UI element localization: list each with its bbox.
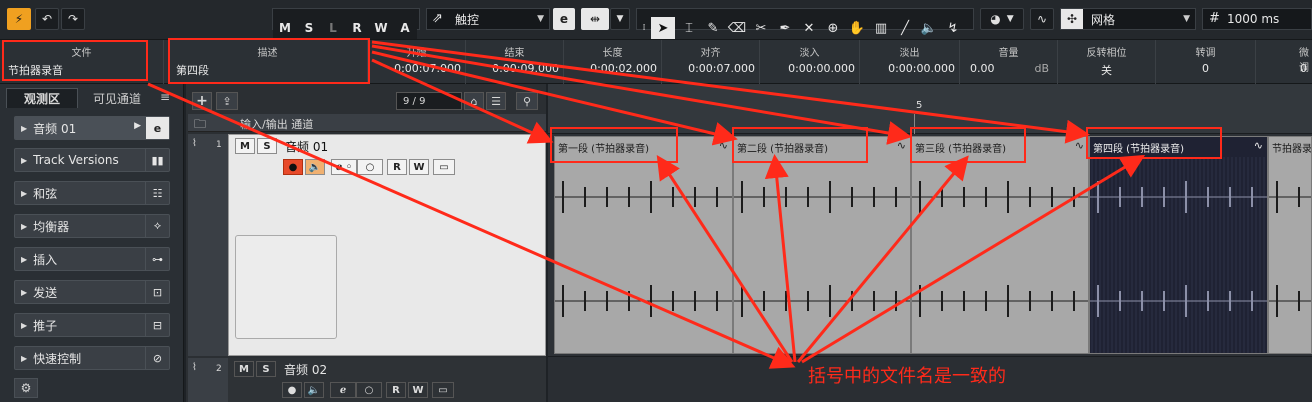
annotation-arrows xyxy=(147,40,1146,369)
annotation-text: 括号中的文件名是一致的 xyxy=(808,366,1006,387)
